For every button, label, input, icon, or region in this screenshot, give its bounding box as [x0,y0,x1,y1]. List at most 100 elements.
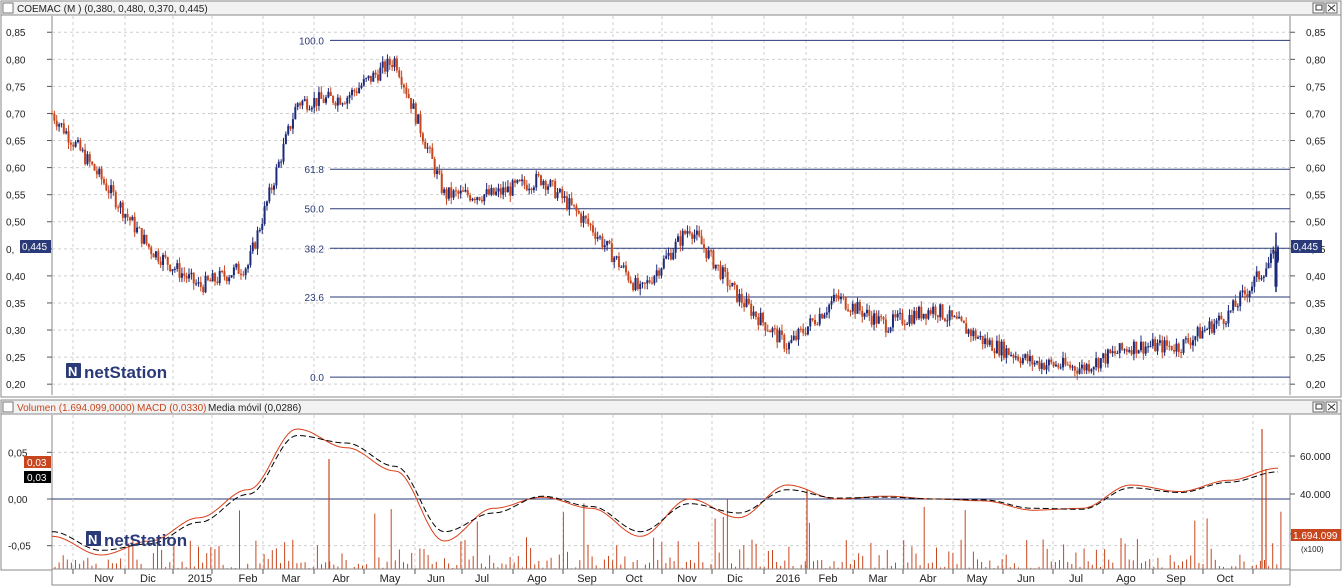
candle-body [608,240,611,244]
price-panel-close-icon[interactable] [1325,2,1338,14]
candle-body [641,282,644,284]
candle-body [873,313,876,325]
candle-body [698,230,701,237]
candle-body [261,223,264,230]
indicator-panel-close-icon[interactable] [1325,401,1338,413]
candle-body [790,339,793,343]
price-right-tick-label: 0,25 [1306,353,1326,364]
fib-level-label: 0.0 [310,373,324,384]
x-tick-label: Nov [677,573,697,585]
candle-body [1163,340,1166,353]
candle-body [268,187,271,202]
candle-body [717,264,720,266]
candle-body [839,296,842,300]
candle-body [497,188,500,192]
candle-body [908,314,911,324]
candle-body [1000,341,1003,356]
panel-menu-icon[interactable] [2,2,14,14]
candle-body [658,270,661,276]
candle-body [688,231,691,234]
candle-body [1253,276,1256,287]
indicator-menu-icon[interactable] [2,401,14,413]
candle-body [1215,320,1218,324]
candle-body [596,236,599,239]
candle-body [771,328,774,333]
candle-body [856,302,859,314]
candle-body [289,126,292,129]
candle-body [1151,339,1154,347]
price-left-tick-label: 0,35 [6,299,26,310]
candle-body [1080,364,1083,369]
candle-body [1026,354,1029,362]
candle-body [310,107,313,110]
candle-body [754,311,757,318]
candle-body [1210,321,1213,333]
indicator-panel-restore-icon[interactable] [1312,401,1325,413]
candle-body [1168,345,1171,347]
indicator-left-tick-label: -0,05 [8,542,31,553]
candle-body [209,279,212,282]
candle-body [265,201,268,206]
candle-body [1033,362,1036,365]
candle-body [643,282,646,284]
candle-body [896,313,899,318]
candle-body [270,187,273,190]
price-panel-restore-icon[interactable] [1312,2,1325,14]
candle-body [91,161,94,165]
candle-body [150,247,153,255]
candle-body [393,58,396,68]
candle-body [639,283,642,290]
candle-body [539,175,542,186]
x-tick-label: Feb [819,573,838,585]
candle-body [1121,343,1124,350]
candle-body [102,179,105,184]
candle-body [492,188,495,195]
candle-body [615,256,618,258]
candle-body [299,103,302,106]
candle-body [877,316,880,324]
candle-body [1014,356,1017,358]
candle-body [258,229,261,231]
candle-body [395,58,398,71]
candle-body [523,179,526,185]
candle-body [691,233,694,239]
candle-body [1262,276,1265,278]
candle-body [1239,292,1242,307]
candle-body [976,337,979,339]
candle-body [128,217,131,221]
candle-body [511,180,514,196]
candle-body [915,310,918,319]
candle-body [112,185,115,193]
candle-body [1203,329,1206,331]
candle-body [972,330,975,337]
price-left-tick-label: 0,70 [6,109,26,120]
candle-body [133,216,136,233]
candle-body [1052,362,1055,367]
candle-body [854,303,857,314]
candle-body [948,310,951,321]
candle-body [1191,340,1194,346]
candle-body [190,272,193,275]
volume-badge: 1.694.099 [1291,529,1341,542]
x-tick-label: Abr [919,573,936,585]
candle-body [419,114,422,134]
x-tick-label: Nov [94,573,114,585]
candle-body [934,306,937,316]
indicator-right-tick-label: 40.000 [1300,490,1331,501]
candle-body [284,134,287,144]
candle-body [369,75,372,82]
candle-body [549,180,552,187]
candle-body [119,202,122,208]
candle-body [1156,343,1159,352]
signal-badge-label: 0,03 [27,473,47,484]
candle-body [1045,365,1048,370]
candle-body [348,95,351,98]
candle-body [1012,354,1015,358]
candle-body [962,320,965,324]
candle-body [480,199,483,202]
candle-body [185,275,188,279]
candle-body [1142,341,1145,354]
candle-body [705,248,708,259]
candle-body [939,304,942,318]
candle-body [632,283,635,291]
